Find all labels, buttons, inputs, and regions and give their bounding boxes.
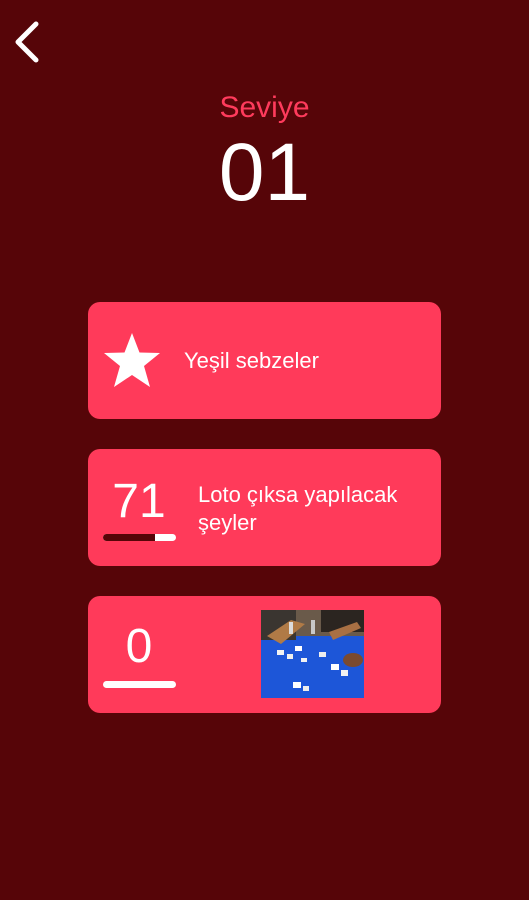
progress-bar-fill — [103, 534, 155, 541]
category-card-green-vegetables[interactable]: Yeşil sebzeler — [88, 302, 441, 419]
star-icon — [104, 333, 160, 387]
back-button[interactable] — [8, 18, 48, 66]
level-number: 01 — [218, 127, 311, 218]
category-card-lottery-things[interactable]: 71 Loto çıksa yapılacak şeyler — [88, 449, 441, 566]
chevron-left-icon — [15, 21, 39, 63]
category-card-okey-game[interactable]: 0 — [88, 596, 441, 713]
card-title: Loto çıksa yapılacak şeyler — [198, 482, 398, 535]
category-image — [261, 610, 364, 698]
level-screen: Seviye 01 Yeşil sebzeler 71 Loto çıksa y… — [0, 0, 529, 900]
progress-count: 71 — [112, 475, 166, 528]
progress-bar — [103, 681, 176, 688]
level-label: Seviye — [219, 91, 310, 124]
card-title: Yeşil sebzeler — [184, 348, 319, 373]
progress-count: 0 — [125, 620, 153, 673]
progress-bar — [103, 534, 176, 541]
